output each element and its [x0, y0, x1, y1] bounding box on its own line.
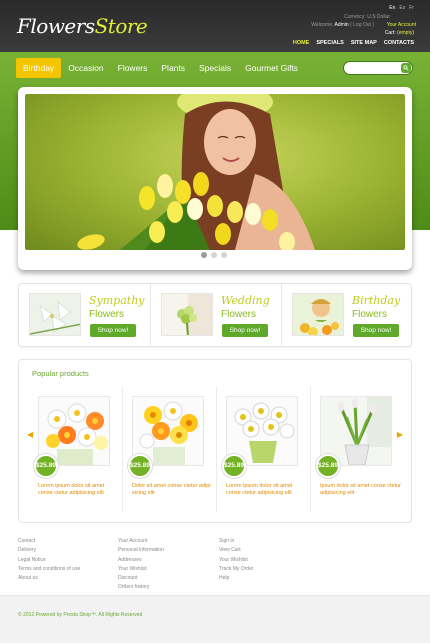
promo-banners: Sympathy Flowers Shop now! Wedding Flowe… [18, 283, 412, 347]
site-logo[interactable]: FlowersStore [17, 14, 148, 38]
footer-column-shop: Sign in View Cart Your Wishlist Track My… [219, 537, 254, 583]
copyright-text: © 2012 Powered by Presta Shop™. All Righ… [18, 612, 143, 618]
promo-image-wedding[interactable] [161, 293, 213, 336]
language-en[interactable]: En [389, 5, 395, 11]
promo-image-sympathy[interactable] [29, 293, 81, 336]
hero-slider [18, 87, 412, 270]
price-badge: $25.89 [128, 454, 152, 478]
nav-specials[interactable]: SPECIALS [316, 40, 344, 46]
category-nav: Birthday Occasion Flowers Plants Special… [16, 58, 305, 78]
section-title: Popular products [32, 369, 89, 378]
search-button[interactable] [401, 63, 411, 73]
promo-birthday: Birthday Flowers Shop now! [281, 284, 412, 346]
category-plants[interactable]: Plants [154, 58, 192, 78]
product-card: $25.89 Ipsum dolor sit amet conse ctetur… [316, 386, 411, 512]
footer-column-account: Your Account Personal information Addres… [118, 537, 164, 593]
price-badge: $25.89 [316, 454, 340, 478]
category-birthday[interactable]: Birthday [16, 58, 62, 78]
shop-now-button[interactable]: Shop now! [222, 324, 268, 337]
welcome-text: Welcome, Admin ( Log Out ) [311, 22, 374, 28]
footer-link[interactable]: Orders history [118, 583, 164, 592]
footer-link[interactable]: Terms and conditions of use [18, 565, 80, 574]
language-es[interactable]: Es [399, 5, 405, 11]
slider-dot[interactable] [221, 252, 227, 258]
promo-image-birthday[interactable] [292, 293, 344, 336]
footer-link[interactable]: Personal information [118, 546, 164, 555]
product-card: $25.89 Dolor sit amet conse ctetur adipi… [128, 386, 223, 512]
top-nav: HOME SPECIALS SITE MAP CONTACTS [293, 40, 414, 46]
footer-link[interactable]: View Cart [219, 546, 254, 555]
footer-link[interactable]: Delivery [18, 546, 80, 555]
nav-site-map[interactable]: SITE MAP [351, 40, 377, 46]
footer-links: Contact Delivery Legal Notice Terms and … [18, 537, 412, 590]
category-gourmet-gifts[interactable]: Gourmet Gifts [238, 58, 305, 78]
header: FlowersStore En Es Fr Currency: U.S Doll… [0, 0, 430, 52]
cart-link[interactable]: Cart: (empty) [385, 30, 414, 36]
footer-link[interactable]: Sign in [219, 537, 254, 546]
language-switcher: En Es Fr [389, 5, 414, 11]
promo-wedding: Wedding Flowers Shop now! [150, 284, 281, 346]
product-description-link[interactable]: Lorem ipsum dolor sit amet conse ctetur … [226, 483, 308, 497]
slider-dot[interactable] [211, 252, 217, 258]
category-occasion[interactable]: Occasion [61, 58, 110, 78]
price-badge: $25.89 [222, 454, 246, 478]
product-description-link[interactable]: Ipsum dolor sit amet conse ctetur adipis… [320, 483, 402, 497]
price-badge: $25.89 [34, 454, 58, 478]
popular-products: Popular products ◀ ▶ $25.89 Lorem ipsum … [18, 359, 412, 523]
footer-link[interactable]: Track My Order [219, 565, 254, 574]
footer-link[interactable]: Your Wishlist [118, 565, 164, 574]
promo-sympathy: Sympathy Flowers Shop now! [19, 284, 150, 346]
search-input[interactable] [343, 61, 413, 75]
promo-subtitle: Flowers [221, 309, 257, 320]
promo-title: Wedding [221, 294, 270, 307]
slider-dots [201, 252, 227, 258]
footer-bar: © 2012 Powered by Presta Shop™. All Righ… [0, 595, 430, 643]
footer-column-info: Contact Delivery Legal Notice Terms and … [18, 537, 80, 583]
currency-selector[interactable]: Currency: U.S Dollar [344, 14, 390, 20]
promo-subtitle: Flowers [89, 309, 125, 320]
footer-link[interactable]: Legal Notice [18, 556, 80, 565]
search-icon [403, 65, 409, 71]
product-description-link[interactable]: Dolor sit amet conse ctetur adipi sicing… [132, 483, 214, 497]
footer-link[interactable]: About us [18, 574, 80, 583]
footer-link[interactable]: Discount [118, 574, 164, 583]
category-specials[interactable]: Specials [192, 58, 238, 78]
category-flowers[interactable]: Flowers [111, 58, 155, 78]
hero-image[interactable] [25, 94, 405, 250]
footer-link[interactable]: Your Wishlist [219, 556, 254, 565]
user-name: Admin [334, 22, 349, 28]
promo-title: Sympathy [89, 294, 145, 307]
product-card: $25.89 Lorem ipsum dolor sit amet conse … [34, 386, 129, 512]
shop-now-button[interactable]: Shop now! [90, 324, 136, 337]
logout-link[interactable]: ( Log Out ) [350, 22, 374, 28]
footer-link[interactable]: Help [219, 574, 254, 583]
promo-title: Birthday [352, 294, 401, 307]
footer-link[interactable]: Contact [18, 537, 80, 546]
footer-link[interactable]: Your Account [118, 537, 164, 546]
footer-link[interactable]: Addresses [118, 556, 164, 565]
nav-contacts[interactable]: CONTACTS [384, 40, 414, 46]
slider-dot[interactable] [201, 252, 207, 258]
promo-subtitle: Flowers [352, 309, 388, 320]
product-card: $25.89 Lorem ipsum dolor sit amet conse … [222, 386, 317, 512]
carousel-prev-arrow[interactable]: ◀ [27, 430, 33, 439]
shop-now-button[interactable]: Shop now! [353, 324, 399, 337]
product-description-link[interactable]: Lorem ipsum dolor sit amet conse ctetur … [38, 483, 120, 497]
language-fr[interactable]: Fr [409, 5, 414, 11]
your-account-link[interactable]: Your Account [387, 22, 416, 28]
nav-home[interactable]: HOME [293, 40, 310, 46]
